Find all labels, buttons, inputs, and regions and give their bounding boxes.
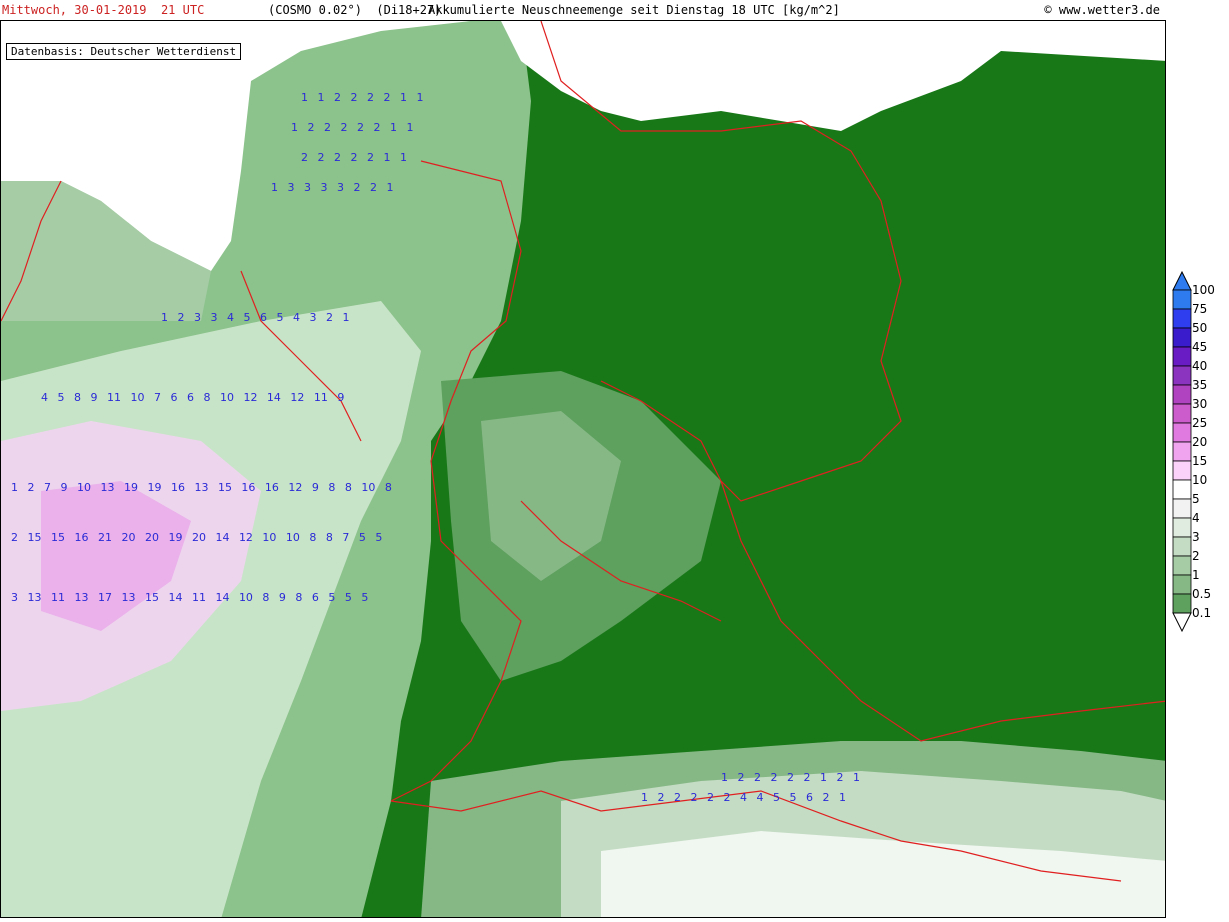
snow-map[interactable]: Datenbasis: Deutscher Wetterdienst 1 1 2…	[0, 20, 1166, 918]
value-grid-row: 3 13 11 13 17 13 15 14 11 14 10 8 9 8 6 …	[11, 591, 368, 604]
legend-label: 10	[1192, 473, 1208, 487]
legend-label: 5	[1192, 492, 1200, 506]
value-grid-row: 2 15 15 16 21 20 20 19 20 14 12 10 10 8 …	[11, 531, 382, 544]
legend-arrow-up-icon	[1172, 270, 1192, 291]
value-grid-row: 1 2 7 9 10 13 19 19 16 13 15 16 16 12 9 …	[11, 481, 392, 494]
legend-label: 75	[1192, 302, 1208, 316]
value-grid-row: 1 2 2 2 2 2 4 4 5 5 6 2 1	[641, 791, 846, 804]
legend-label: 4	[1192, 511, 1200, 525]
legend-label: 30	[1192, 397, 1208, 411]
legend-swatch	[1172, 536, 1192, 557]
legend-label: 0.5	[1192, 587, 1212, 601]
legend-colorbar	[1172, 270, 1192, 633]
legend-label: 50	[1192, 321, 1208, 335]
forecast-datetime: Mittwoch, 30-01-2019 21 UTC	[2, 3, 205, 17]
legend-swatch	[1172, 403, 1192, 424]
copyright-link[interactable]: © www.wetter3.de	[1044, 3, 1166, 17]
value-grid-row: 4 5 8 9 11 10 7 6 6 8 10 12 14 12 11 9	[41, 391, 344, 404]
legend-swatch	[1172, 441, 1192, 462]
legend-label: 40	[1192, 359, 1208, 373]
legend-swatch	[1172, 308, 1192, 329]
legend: 100 75 50 45 40 35 30 25 20 15 10 5 4 3 2 1 0.5 0.1	[1170, 270, 1228, 640]
legend-swatch	[1172, 593, 1192, 614]
value-grid-row: 1 3 3 3 3 2 2 1	[271, 181, 393, 194]
map-description: Akkumulierte Neuschneemenge seit Diensta…	[428, 3, 840, 17]
legend-label: 45	[1192, 340, 1208, 354]
legend-label: 2	[1192, 549, 1200, 563]
legend-swatch	[1172, 498, 1192, 519]
legend-swatch	[1172, 289, 1192, 310]
legend-label: 1	[1192, 568, 1200, 582]
value-grid-row: 1 2 2 2 2 2 1 1	[291, 121, 413, 134]
legend-swatch	[1172, 384, 1192, 405]
legend-swatch	[1172, 460, 1192, 481]
legend-swatch	[1172, 346, 1192, 367]
legend-swatch	[1172, 574, 1192, 595]
value-grid: 1 1 2 2 2 2 1 1 1 2 2 2 2 2 1 1 2 2 2 2 2 …	[11, 91, 860, 804]
value-grid-row: 1 2 3 3 4 5 6 5 4 3 2 1	[161, 311, 349, 324]
legend-label: 15	[1192, 454, 1208, 468]
map-header: Mittwoch, 30-01-2019 21 UTC (COSMO 0.02°…	[0, 0, 1166, 21]
legend-label: 25	[1192, 416, 1208, 430]
value-grid-row: 2 2 2 2 2 1 1	[301, 151, 407, 164]
legend-swatch	[1172, 422, 1192, 443]
value-grid-row: 1 1 2 2 2 2 1 1	[301, 91, 423, 104]
model-label: (COSMO 0.02°) (Di18+27)	[268, 3, 442, 17]
legend-swatch	[1172, 479, 1192, 500]
legend-label: 35	[1192, 378, 1208, 392]
legend-swatch	[1172, 517, 1192, 538]
data-basis-label: Datenbasis: Deutscher Wetterdienst	[6, 43, 242, 60]
legend-label: 100	[1192, 283, 1215, 297]
legend-swatch	[1172, 327, 1192, 348]
value-grid-row: 1 2 2 2 2 2 1 2 1	[721, 771, 860, 784]
legend-label: 20	[1192, 435, 1208, 449]
legend-arrow-down-icon	[1172, 612, 1192, 633]
legend-label: 0.1	[1192, 606, 1212, 620]
legend-swatch	[1172, 555, 1192, 576]
legend-swatch	[1172, 365, 1192, 386]
legend-label: 3	[1192, 530, 1200, 544]
